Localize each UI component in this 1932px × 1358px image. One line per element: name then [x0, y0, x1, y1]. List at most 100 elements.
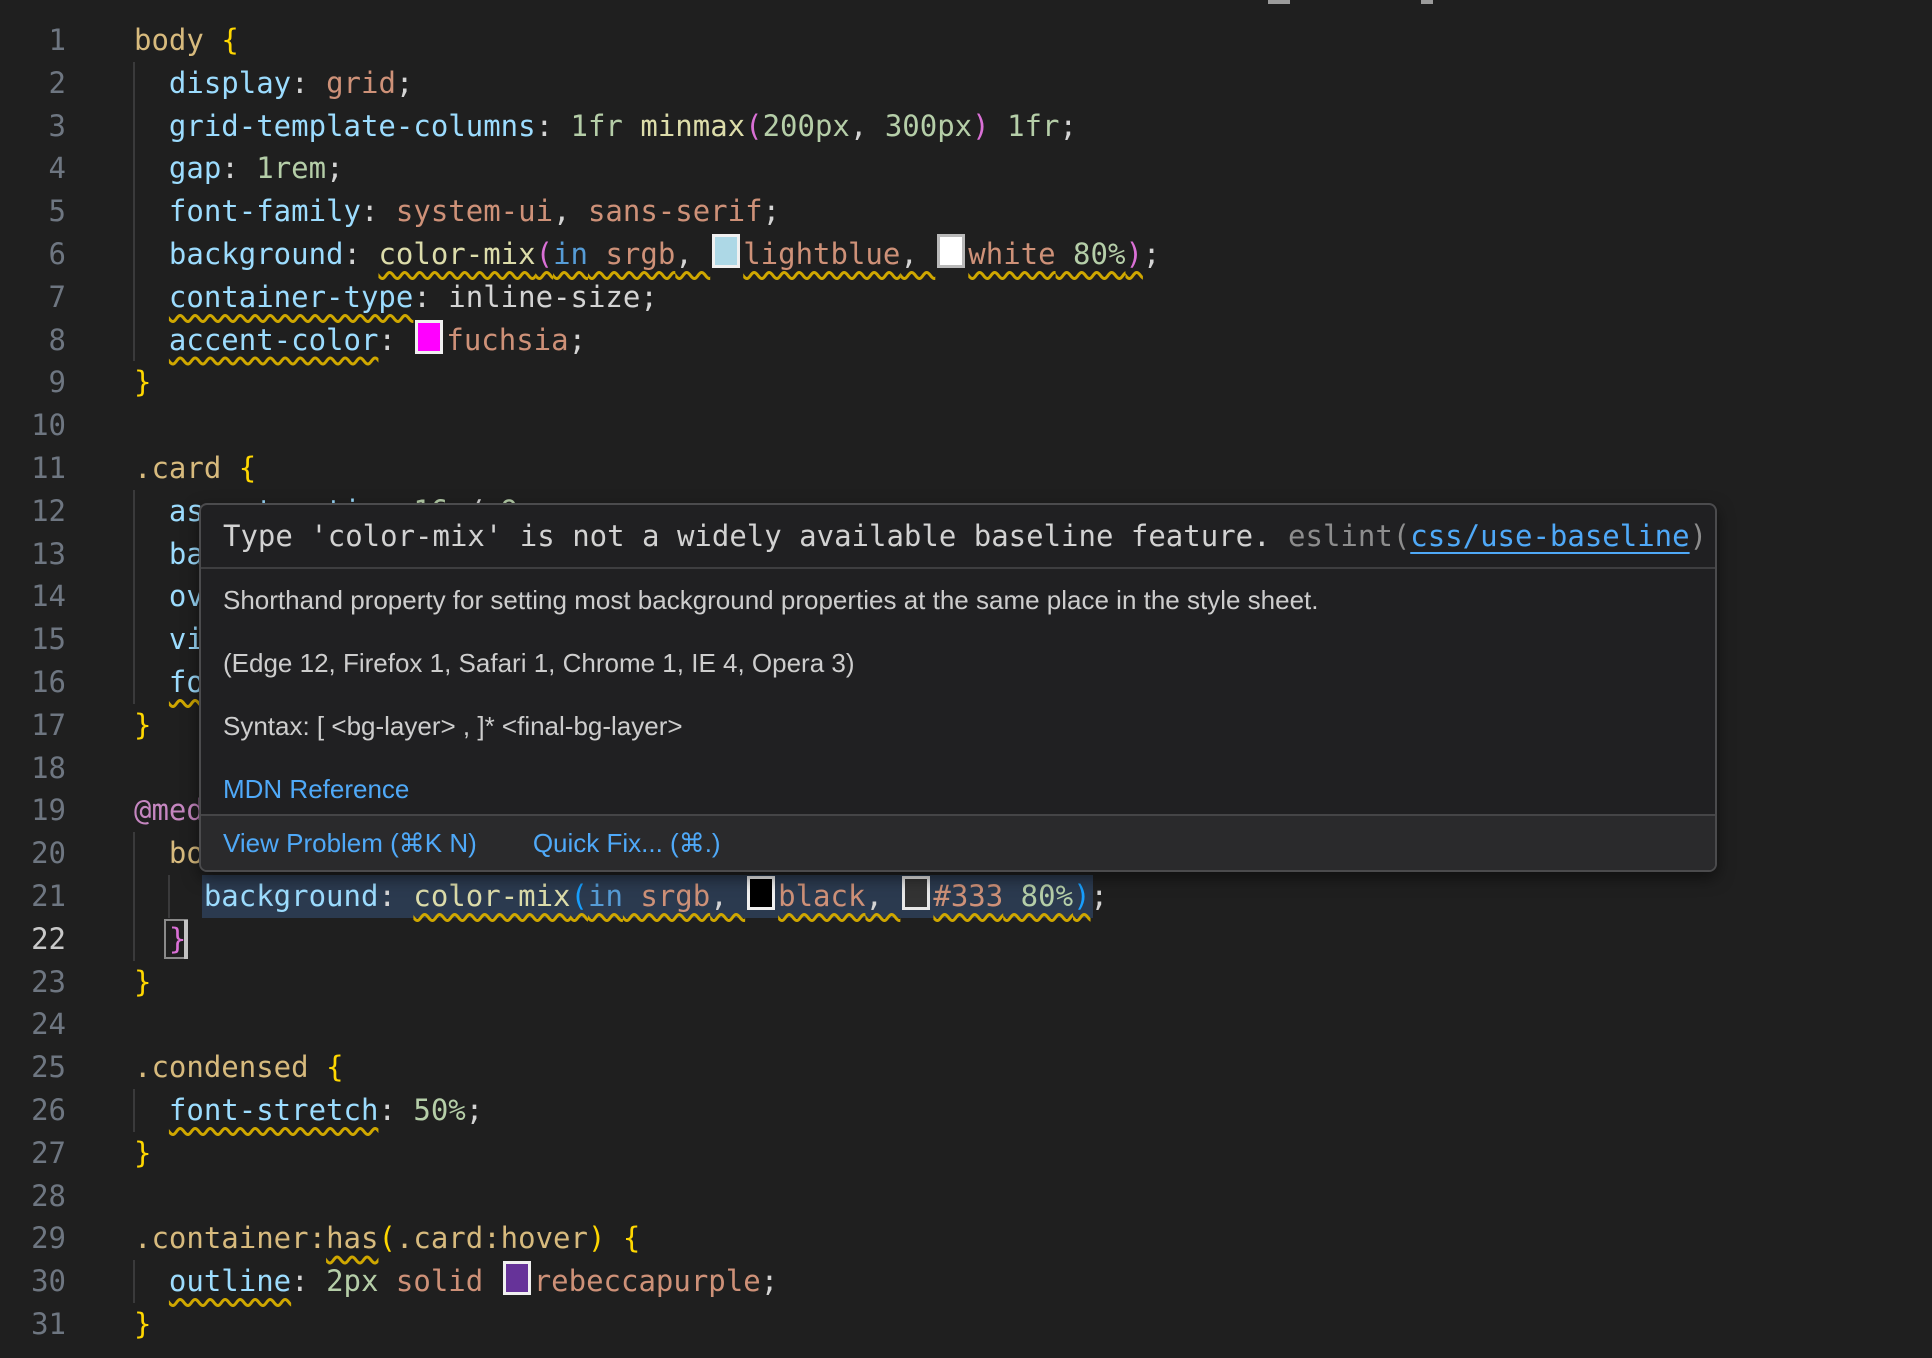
token: [134, 1093, 169, 1127]
color-swatch[interactable]: [503, 1261, 531, 1295]
clipped-text-artifact: [1421, 0, 1433, 4]
code-line[interactable]: 11.card {: [0, 447, 1932, 490]
line-number: 23: [0, 961, 66, 1004]
token: :: [413, 280, 448, 314]
line-number: 27: [0, 1132, 66, 1175]
token: ,: [865, 879, 900, 913]
token: :: [221, 151, 256, 185]
line-number: 7: [0, 276, 66, 319]
code-line[interactable]: 6 background: color-mix(in srgb, lightbl…: [0, 233, 1932, 276]
line-number: 17: [0, 704, 66, 747]
token: system-ui: [396, 194, 553, 228]
color-swatch[interactable]: [415, 320, 443, 354]
clipped-text-artifact: [1268, 0, 1290, 4]
color-swatch[interactable]: [937, 234, 965, 268]
token: }: [134, 365, 151, 399]
color-swatch[interactable]: [902, 876, 930, 910]
token: font-stretch: [169, 1093, 379, 1127]
token: has: [326, 1221, 378, 1255]
color-swatch[interactable]: [747, 876, 775, 910]
code-line[interactable]: 7 container-type: inline-size;: [0, 276, 1932, 319]
token: #333: [933, 879, 1003, 913]
token: @med: [134, 793, 204, 827]
code-text: }: [134, 361, 151, 404]
token: lightblue: [743, 237, 900, 271]
code-text: bo: [134, 832, 204, 875]
code-line[interactable]: 8 accent-color: fuchsia;: [0, 319, 1932, 362]
property-description: Shorthand property for setting most back…: [223, 585, 1693, 615]
token: :: [291, 1264, 326, 1298]
code-line[interactable]: 30 outline: 2px solid rebeccapurple;: [0, 1260, 1932, 1303]
token: ;: [396, 66, 413, 100]
line-number: 8: [0, 319, 66, 362]
token: grid: [326, 66, 396, 100]
token: (: [745, 109, 762, 143]
token: font-family: [169, 194, 361, 228]
code-line[interactable]: 25.condensed {: [0, 1046, 1932, 1089]
code-line[interactable]: 26 font-stretch: 50%;: [0, 1089, 1932, 1132]
line-number: 24: [0, 1003, 66, 1046]
hover-actions-bar: View Problem (⌘K N) Quick Fix... (⌘.): [201, 814, 1715, 870]
token: [134, 323, 169, 357]
diagnostic-source-prefix: eslint(: [1288, 519, 1410, 553]
token: .container:: [134, 1221, 326, 1255]
token: ;: [1091, 879, 1108, 913]
token: 1rem: [256, 151, 326, 185]
token: {: [623, 1221, 640, 1255]
token: [990, 109, 1007, 143]
token: :: [378, 879, 413, 913]
view-problem-action[interactable]: View Problem (⌘K N): [223, 828, 477, 859]
token: 50%: [413, 1093, 465, 1127]
token: rebeccapurple: [534, 1264, 761, 1298]
code-text: }: [134, 1303, 151, 1346]
token: }: [134, 965, 151, 999]
code-text: ba: [134, 533, 204, 576]
code-line[interactable]: 1body {: [0, 19, 1932, 62]
token: [605, 1221, 622, 1255]
token: minmax: [640, 109, 745, 143]
token: [134, 579, 169, 613]
code-line[interactable]: 27}: [0, 1132, 1932, 1175]
line-number: 4: [0, 147, 66, 190]
token: gap: [169, 151, 221, 185]
line-number: 6: [0, 233, 66, 276]
code-line[interactable]: 22 }: [0, 918, 1932, 961]
code-text: background: color-mix(in srgb, black, #3…: [134, 875, 1108, 918]
code-line[interactable]: 10: [0, 404, 1932, 447]
code-line[interactable]: 2 display: grid;: [0, 62, 1932, 105]
quick-fix-action[interactable]: Quick Fix... (⌘.): [533, 828, 721, 859]
token: fuchsia: [446, 323, 568, 357]
code-line[interactable]: 23}: [0, 961, 1932, 1004]
browser-support: (Edge 12, Firefox 1, Safari 1, Chrome 1,…: [223, 648, 1693, 678]
code-line[interactable]: 3 grid-template-columns: 1fr minmax(200p…: [0, 105, 1932, 148]
token: display: [169, 66, 291, 100]
code-line[interactable]: 21 background: color-mix(in srgb, black,…: [0, 875, 1932, 918]
token: [134, 237, 169, 271]
line-number: 29: [0, 1217, 66, 1260]
code-line[interactable]: 24: [0, 1003, 1932, 1046]
token: .card: [134, 451, 221, 485]
token: color-mix: [413, 879, 570, 913]
diagnostic-message: Type 'color-mix' is not a widely availab…: [223, 519, 1288, 553]
code-line[interactable]: 5 font-family: system-ui, sans-serif;: [0, 190, 1932, 233]
token: :: [378, 1093, 413, 1127]
token: 1fr: [571, 109, 623, 143]
code-line[interactable]: 31}: [0, 1303, 1932, 1346]
line-number: 11: [0, 447, 66, 490]
token: (: [536, 237, 553, 271]
code-line[interactable]: 9}: [0, 361, 1932, 404]
token: }: [134, 1136, 151, 1170]
code-text: container-type: inline-size;: [134, 276, 658, 319]
color-swatch[interactable]: [712, 234, 740, 268]
code-text: outline: 2px solid rebeccapurple;: [134, 1260, 778, 1303]
line-number: 5: [0, 190, 66, 233]
token: [309, 1050, 326, 1084]
mdn-reference-link[interactable]: MDN Reference: [223, 774, 409, 804]
token: [204, 23, 221, 57]
code-line[interactable]: 4 gap: 1rem;: [0, 147, 1932, 190]
token: ,: [900, 237, 935, 271]
code-line[interactable]: 28: [0, 1175, 1932, 1218]
token: .card:hover: [396, 1221, 588, 1255]
diagnostic-rule-link[interactable]: css/use-baseline: [1410, 519, 1689, 553]
code-line[interactable]: 29.container:has(.card:hover) {: [0, 1217, 1932, 1260]
